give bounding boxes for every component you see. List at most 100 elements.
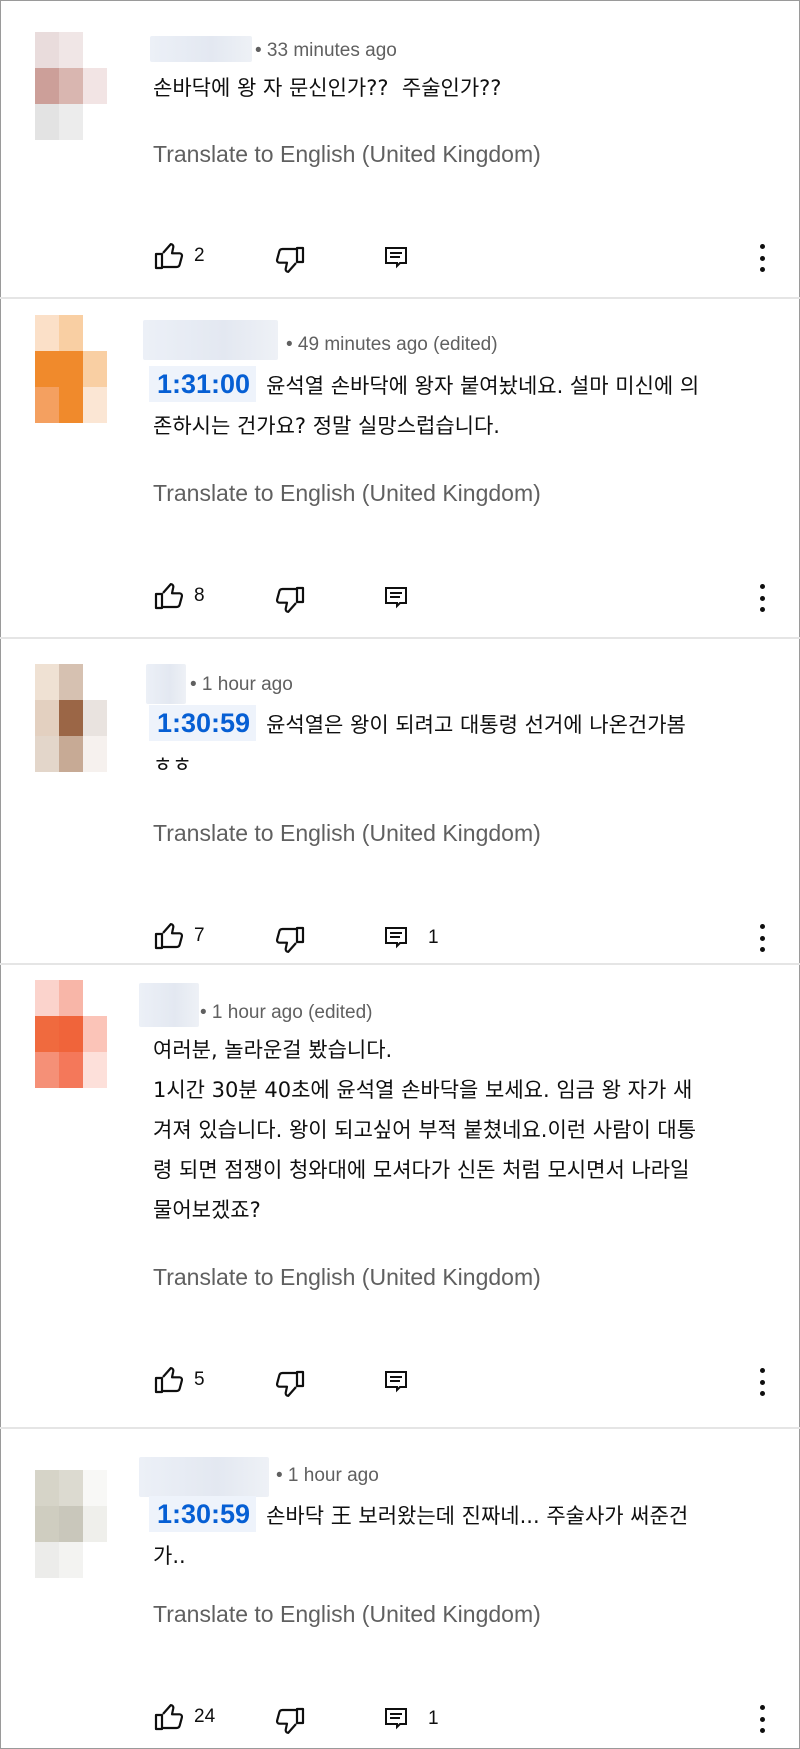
reply-count: 1	[428, 927, 439, 948]
avatar-pixel	[59, 1052, 83, 1088]
more-options-icon[interactable]	[750, 920, 774, 956]
avatar-pixel	[59, 68, 83, 104]
avatar-pixel	[59, 664, 83, 700]
like-button[interactable]: 7	[154, 922, 205, 950]
reply-icon	[385, 247, 407, 269]
reply-button[interactable]	[384, 1370, 408, 1394]
avatar-pixel	[59, 980, 83, 1016]
dislike-button[interactable]	[275, 1707, 305, 1735]
comment-actions: 2	[0, 238, 798, 278]
reply-button[interactable]: 1	[384, 1707, 439, 1731]
avatar[interactable]	[35, 1470, 107, 1578]
author-name-redacted[interactable]	[139, 1457, 269, 1497]
avatar-pixel	[35, 700, 59, 736]
avatar-pixel	[59, 32, 83, 68]
timestamp-link[interactable]: 1:30:59	[149, 1496, 257, 1532]
avatar-pixel	[35, 104, 59, 140]
avatar-pixel	[59, 1470, 83, 1506]
like-button[interactable]: 8	[154, 582, 205, 610]
comment-time: • 1 hour ago	[276, 1465, 379, 1486]
avatar[interactable]	[35, 315, 107, 423]
comment-actions: 5	[0, 1362, 798, 1402]
avatar-pixel	[83, 315, 107, 351]
thumbs-down-icon	[275, 926, 305, 953]
more-options-icon[interactable]	[750, 240, 774, 276]
like-count: 8	[194, 585, 205, 606]
avatar-pixel	[83, 32, 107, 68]
like-button[interactable]: 5	[154, 1366, 205, 1394]
reply-icon	[385, 927, 407, 949]
translate-link[interactable]: Translate to English (United Kingdom)	[153, 1264, 541, 1291]
thumbs-down-icon	[275, 246, 305, 273]
divider	[0, 637, 800, 639]
avatar-pixel	[59, 1506, 83, 1542]
thumbs-up-icon	[154, 243, 184, 270]
comment-time: • 33 minutes ago	[255, 40, 397, 61]
author-name-redacted[interactable]	[139, 983, 199, 1027]
thumbs-down-icon	[275, 586, 305, 613]
reply-count: 1	[428, 1708, 439, 1729]
like-count: 24	[194, 1706, 216, 1727]
thumbs-down-icon	[275, 1707, 305, 1734]
translate-link[interactable]: Translate to English (United Kingdom)	[153, 1601, 541, 1628]
translate-link[interactable]: Translate to English (United Kingdom)	[153, 141, 541, 168]
reply-icon	[385, 587, 407, 609]
thumbs-up-icon	[154, 923, 184, 950]
more-options-icon[interactable]	[750, 1364, 774, 1400]
like-button[interactable]: 24	[154, 1703, 215, 1731]
reply-button[interactable]: 1	[384, 926, 439, 950]
translate-link[interactable]: Translate to English (United Kingdom)	[153, 480, 541, 507]
divider	[0, 297, 800, 299]
thumbs-up-icon	[154, 583, 184, 610]
translate-link[interactable]: Translate to English (United Kingdom)	[153, 820, 541, 847]
timestamp-link[interactable]: 1:30:59	[149, 705, 257, 741]
avatar-pixel	[83, 68, 107, 104]
avatar-pixel	[35, 68, 59, 104]
reply-button[interactable]	[384, 586, 408, 610]
avatar-pixel	[35, 1052, 59, 1088]
avatar-pixel	[35, 1542, 59, 1578]
avatar[interactable]	[35, 664, 107, 772]
avatar-pixel	[83, 1470, 107, 1506]
like-count: 5	[194, 1369, 205, 1390]
dislike-button[interactable]	[275, 586, 305, 614]
comment-text: 1:30:59 윤석열은 왕이 되려고 대통령 선거에 나온건가봄 ㅎㅎ	[149, 705, 763, 785]
author-name-redacted[interactable]	[146, 664, 186, 704]
divider	[0, 963, 800, 965]
author-name-redacted[interactable]	[143, 320, 278, 360]
avatar-pixel	[35, 315, 59, 351]
comment-actions: 24 1	[0, 1699, 798, 1739]
avatar-pixel	[83, 1506, 107, 1542]
more-options-icon[interactable]	[750, 580, 774, 616]
divider	[0, 1427, 800, 1429]
author-name-redacted[interactable]	[150, 36, 252, 62]
comment-actions: 7 1	[0, 918, 798, 958]
avatar-pixel	[35, 980, 59, 1016]
avatar-pixel	[35, 1470, 59, 1506]
dislike-button[interactable]	[275, 246, 305, 274]
dislike-button[interactable]	[275, 926, 305, 954]
avatar-pixel	[83, 1016, 107, 1052]
avatar-pixel	[35, 1016, 59, 1052]
avatar[interactable]	[35, 980, 107, 1088]
avatar-pixel	[83, 104, 107, 140]
avatar-pixel	[83, 351, 107, 387]
comment-text-content: 손바닥에 왕 자 문신인가?? 주술인가??	[153, 76, 502, 100]
avatar[interactable]	[35, 32, 107, 140]
comment-time: • 1 hour ago	[190, 674, 293, 695]
avatar-pixel	[59, 104, 83, 140]
comment-text: 1:31:00 윤석열 손바닥에 왕자 붙여놨네요. 설마 미신에 의 존하시는 …	[149, 366, 763, 446]
avatar-pixel	[83, 664, 107, 700]
avatar-pixel	[59, 351, 83, 387]
dislike-button[interactable]	[275, 1370, 305, 1398]
comment-text-content: 여러분, 놀라운걸 봤습니다. 1시간 30분 40초에 윤석열 손바닥을 보세…	[153, 1038, 697, 1222]
reply-button[interactable]	[384, 246, 408, 270]
timestamp-link[interactable]: 1:31:00	[149, 366, 257, 402]
like-button[interactable]: 2	[154, 242, 205, 270]
comment-text: 1:30:59 손바닥 王 보러왔는데 진짜네... 주술사가 써준건 가..	[149, 1496, 763, 1576]
avatar-pixel	[59, 315, 83, 351]
avatar-pixel	[83, 387, 107, 423]
avatar-pixel	[35, 1506, 59, 1542]
more-options-icon[interactable]	[750, 1701, 774, 1737]
avatar-pixel	[35, 32, 59, 68]
